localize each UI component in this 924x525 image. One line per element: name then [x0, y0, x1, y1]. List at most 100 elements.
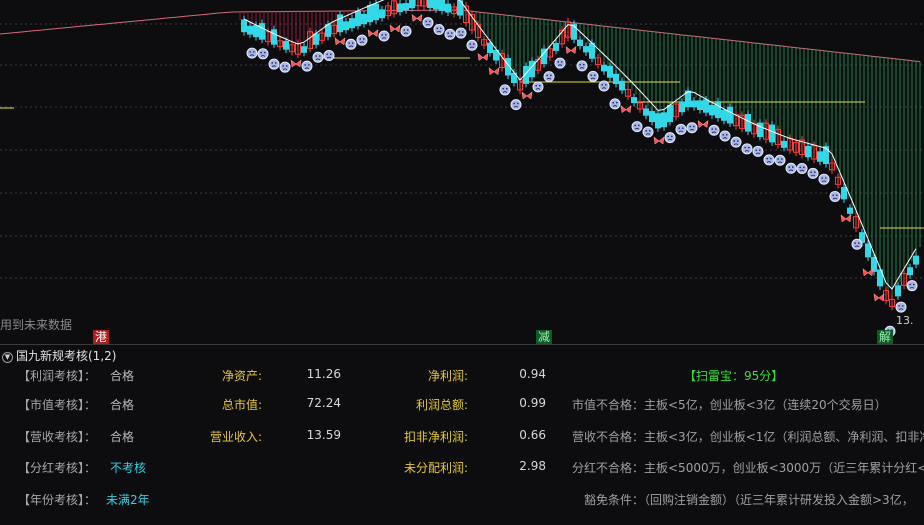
candle-body — [895, 285, 901, 297]
candlesticks — [241, 0, 919, 311]
candle-body — [697, 100, 703, 110]
sad-face-icon — [543, 71, 555, 83]
note-dividend: 分红不合格：主板<5000万，创业板<3000万（近三年累计分红<年 — [572, 461, 924, 475]
candle-body — [781, 140, 787, 148]
sad-face-icon — [796, 163, 808, 175]
candle-body — [805, 145, 811, 158]
check-value-years: 未满2年 — [106, 493, 150, 507]
candle-body — [661, 112, 667, 128]
candle-body — [643, 108, 649, 116]
sad-face-icon — [686, 122, 698, 134]
kline-chart[interactable] — [0, 0, 924, 344]
metric-value-net-profit: 0.94 — [519, 367, 546, 381]
butterfly-icon — [862, 268, 874, 277]
candle-body — [445, 3, 451, 13]
future-data-warning: 用到未来数据 — [0, 318, 73, 332]
candle-body — [601, 64, 607, 72]
butterfly-icon — [367, 29, 379, 38]
candle-body — [253, 25, 259, 38]
candle-body — [433, 0, 439, 10]
note-market-cap: 市值不合格：主板<5亿，创业板<3亿（连续20个交易日） — [572, 398, 887, 412]
metric-value-revenue: 13.59 — [306, 428, 341, 442]
candle-body — [409, 0, 415, 9]
candle-body — [313, 33, 319, 45]
candle-body — [847, 207, 853, 214]
candle-body — [397, 3, 403, 13]
sad-face-icon — [719, 130, 731, 142]
candle-body — [721, 109, 727, 121]
row-2: 【市值考核】： 合格 总市值: 72.24 利润总额: 0.99 市值不合格：主… — [0, 396, 924, 416]
tag-jian: 减 — [536, 330, 553, 344]
sad-face-icon — [323, 49, 335, 61]
sad-face-icon — [818, 173, 830, 185]
sad-face-icon — [532, 81, 544, 93]
sad-face-icon — [356, 34, 368, 46]
sad-face-icon — [730, 136, 742, 148]
candle-body — [913, 255, 919, 265]
row-5: 【年份考核】： 未满2年 豁免条件：（回购注销金额）（近三年累计研发投入金额>3… — [0, 491, 924, 511]
panel-title[interactable]: ▼ 国九新规考核(1,2) — [2, 347, 116, 364]
candle-body — [655, 113, 661, 129]
candle-body — [355, 10, 361, 27]
candle-body — [283, 40, 289, 50]
sad-face-icon — [598, 80, 610, 92]
check-label-dividend: 【分红考核】： — [18, 461, 97, 475]
sad-face-icon — [378, 30, 390, 42]
candle-body — [439, 0, 445, 11]
sad-face-icon — [455, 27, 467, 39]
sad-face-icon — [345, 38, 357, 50]
upper-band-hatch — [0, 9, 921, 297]
metric-label-deducted-profit: 扣非净利润: — [404, 430, 469, 444]
sad-face-icon — [587, 70, 599, 82]
candle-body — [691, 100, 697, 108]
candle-body — [271, 29, 277, 45]
candle-body — [247, 25, 253, 35]
candle-body — [769, 124, 775, 143]
candle-body — [361, 13, 367, 25]
row-3: 【营收考核】： 合格 营业收入: 13.59 扣非净利润: 0.66 营收不合格… — [0, 428, 924, 448]
candle-body — [577, 39, 583, 47]
candle-body — [715, 101, 721, 119]
sad-face-icon — [642, 126, 654, 138]
metric-value-net-assets: 11.26 — [306, 367, 341, 381]
candle-body — [379, 9, 385, 19]
candle-body — [343, 21, 349, 31]
sad-face-icon — [631, 121, 643, 133]
sad-face-icon — [763, 154, 775, 166]
candle-body — [589, 42, 595, 59]
candle-body — [649, 111, 655, 123]
sad-face-icon — [499, 84, 511, 96]
sad-face-icon — [741, 143, 753, 155]
butterfly-icon — [334, 37, 346, 46]
collapse-icon[interactable]: ▼ — [2, 352, 13, 363]
butterfly-icon — [290, 59, 302, 68]
sad-face-icon — [554, 57, 566, 69]
sad-face-icon — [433, 24, 445, 36]
candle-body — [607, 65, 613, 78]
sad-face-icon — [257, 48, 269, 60]
candle-body — [745, 113, 751, 132]
candle-body — [487, 42, 493, 53]
candle-body — [325, 24, 331, 37]
candle-body — [679, 101, 685, 113]
indicator-panel: ▼ 国九新规考核(1,2) 【利润考核】： 合格 净资产: 11.26 净利润: … — [0, 344, 924, 525]
candle-body — [241, 19, 247, 33]
candle-body — [817, 151, 823, 162]
butterfly-icon — [697, 119, 709, 128]
sad-face-icon — [576, 60, 588, 72]
butterfly-icon — [565, 45, 577, 54]
check-value-profit: 合格 — [110, 369, 135, 383]
sad-face-icon — [422, 17, 434, 29]
candle-body — [727, 106, 733, 124]
candle-body — [301, 46, 307, 53]
butterfly-icon — [488, 67, 500, 76]
check-label-profit: 【利润考核】： — [18, 369, 97, 383]
butterfly-icon — [411, 13, 423, 22]
butterfly-icon — [389, 24, 401, 33]
note-revenue: 营收不合格：主板<3亿，创业板<1亿（利润总额、净利润、扣非净 — [572, 430, 924, 444]
metric-value-total-profit: 0.99 — [519, 396, 546, 410]
candle-body — [373, 3, 379, 21]
sad-face-icon — [851, 238, 863, 250]
butterfly-icon — [840, 214, 852, 223]
sad-face-icon — [829, 190, 841, 202]
